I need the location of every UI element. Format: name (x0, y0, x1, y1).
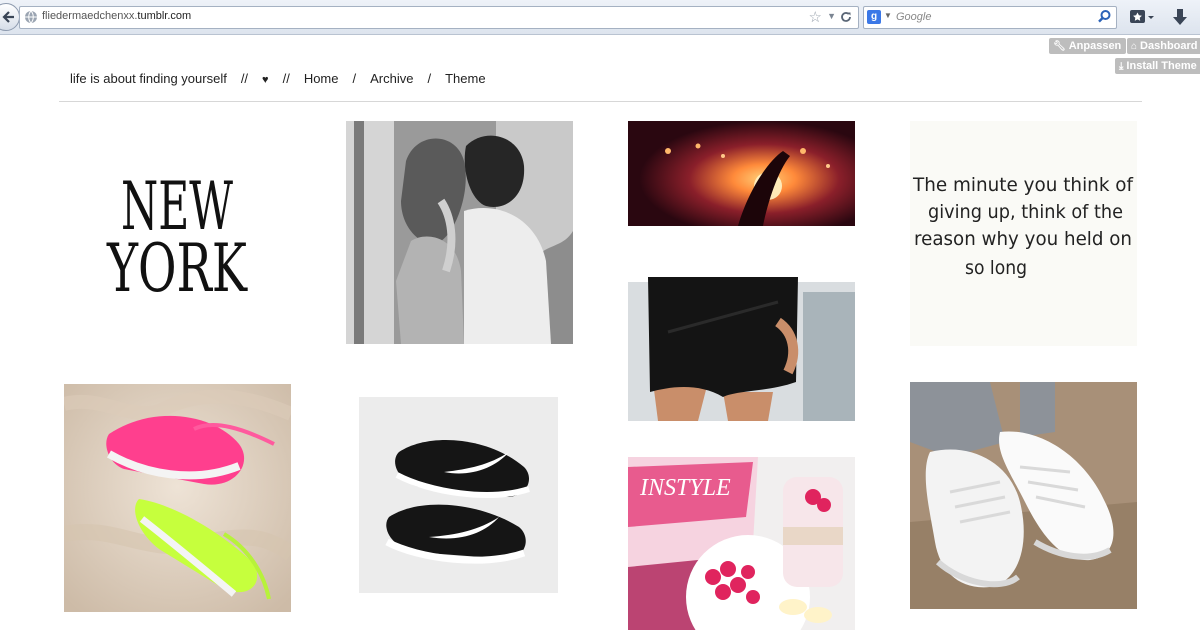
google-engine-icon[interactable]: g (867, 10, 881, 24)
post-concert-lights[interactable] (628, 121, 855, 226)
dashboard-button[interactable]: ⌂ Dashboard (1127, 38, 1200, 54)
nav-archive-link[interactable]: Archive (370, 71, 413, 86)
install-label: Install Theme (1126, 60, 1197, 72)
post-sneakers-pink-lime[interactable] (64, 384, 291, 612)
concert-photo (628, 121, 855, 226)
breakfast-photo: INSTYLE (628, 457, 855, 630)
nav-separator: // (240, 71, 249, 86)
nav-separator: / (352, 71, 357, 86)
search-icon[interactable] (1097, 9, 1112, 24)
couple-photo (346, 121, 573, 344)
post-nike-roshe[interactable] (359, 397, 558, 593)
address-bar[interactable]: fliedermaedchenxx.tumblr.com ☆ ▼ (19, 6, 859, 29)
air-force-photo (910, 382, 1137, 609)
nav-theme-link[interactable]: Theme (445, 71, 485, 86)
quote-artwork: The minute you think of giving up, think… (910, 121, 1137, 346)
quote-line3: reason why you held on (914, 228, 1132, 250)
new-york-line2: YORK (106, 230, 248, 307)
nav-separator: // (282, 71, 290, 86)
engine-dropdown-icon[interactable]: ▼ (884, 11, 892, 20)
blog-nav: life is about finding yourself//♥//Home /… (70, 71, 486, 86)
url-text: fliedermaedchenxx.tumblr.com (42, 10, 191, 22)
sneakers-on-fur-photo (64, 384, 291, 612)
install-theme-button[interactable]: ⤓ Install Theme (1115, 58, 1200, 74)
install-icon: ⤓ (1119, 61, 1124, 72)
back-arrow-icon (2, 11, 14, 23)
url-prefix: fliedermaedchenxx. (42, 10, 138, 22)
quote-line1: The minute you think of (912, 174, 1134, 196)
wrench-icon: 🔧︎ (1053, 41, 1066, 52)
url-domain: tumblr.com (137, 10, 192, 22)
home-icon: ⌂ (1131, 41, 1138, 52)
globe-icon (25, 10, 37, 24)
magazine-title: INSTYLE (639, 475, 731, 501)
post-new-york[interactable]: NEW YORK (64, 121, 291, 348)
header-divider (59, 101, 1142, 102)
blog-title[interactable]: life is about finding yourself (70, 71, 227, 86)
post-black-skort[interactable] (628, 262, 855, 421)
post-breakfast-magazine[interactable]: INSTYLE (628, 457, 855, 630)
browser-toolbar: fliedermaedchenxx.tumblr.com ☆ ▼ g ▼ Goo… (0, 0, 1200, 35)
search-bar[interactable]: g ▼ Google (863, 6, 1117, 29)
bookmark-star-icon[interactable]: ☆ (809, 8, 822, 26)
quote-line2: giving up, think of the (928, 201, 1123, 223)
search-placeholder: Google (896, 11, 932, 23)
nike-roshe-photo (359, 397, 558, 593)
customize-label: Anpassen (1068, 40, 1122, 52)
reload-icon[interactable] (839, 10, 853, 24)
skort-photo (628, 262, 855, 421)
customize-button[interactable]: 🔧︎ Anpassen (1049, 38, 1127, 54)
download-icon[interactable] (1170, 7, 1190, 27)
new-york-artwork: NEW YORK (106, 168, 248, 307)
history-dropdown-icon[interactable]: ▼ (827, 11, 836, 21)
quote-line4: so long (965, 257, 1027, 279)
back-button[interactable] (0, 3, 20, 31)
post-couple-kiss[interactable] (346, 121, 573, 344)
post-white-air-force[interactable] (910, 382, 1137, 609)
bookmarks-menu-icon[interactable] (1128, 8, 1156, 26)
heart-icon[interactable]: ♥ (262, 74, 269, 86)
post-quote[interactable]: The minute you think of giving up, think… (910, 121, 1137, 346)
nav-home-link[interactable]: Home (304, 71, 339, 86)
nav-separator: / (427, 71, 432, 86)
dashboard-label: Dashboard (1140, 40, 1198, 52)
